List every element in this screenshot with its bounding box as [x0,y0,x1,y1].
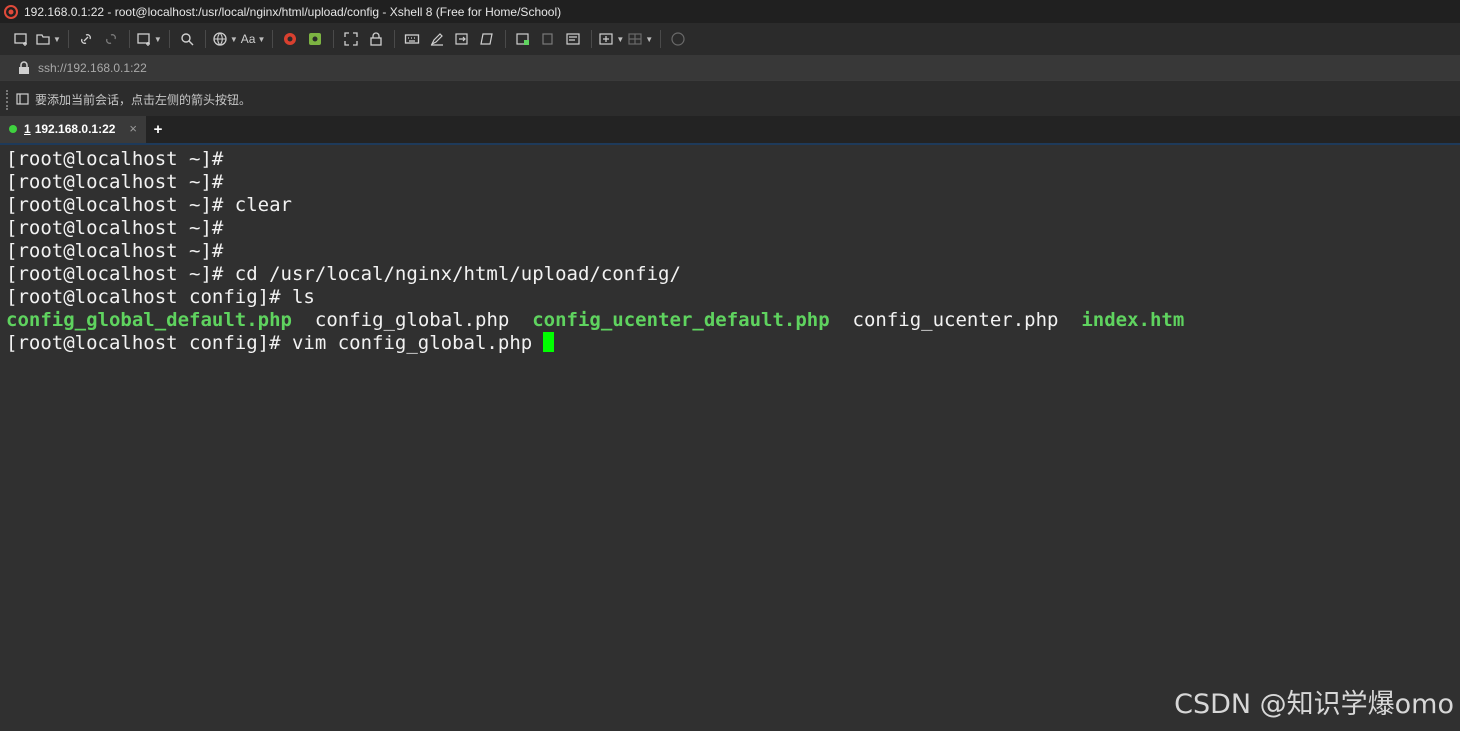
terminal-line: [root@localhost ~]# clear [6,194,292,216]
lock-icon [370,32,383,46]
fullscreen-icon [344,32,359,46]
help-button[interactable] [667,28,689,50]
session-tab[interactable]: 1 192.168.0.1:22 × [0,116,146,143]
terminal-input-line[interactable]: [root@localhost config]# vim config_glob… [6,332,1460,355]
ls-file-entry: config_ucenter.php [852,309,1059,331]
link-icon [80,34,91,44]
terminal[interactable]: [root@localhost ~]# [root@localhost ~]# … [0,145,1460,731]
toolbar-divider [505,30,507,48]
add-session-arrow-icon[interactable] [16,92,30,106]
window-title: 192.168.0.1:22 - root@localhost:/usr/loc… [24,4,562,19]
tab-bar: 1 192.168.0.1:22 × + [0,116,1460,143]
tunnel-icon [516,33,530,45]
tab-label: 192.168.0.1:22 [34,121,116,136]
new-session-button[interactable] [10,28,32,50]
session-hint: 要添加当前会话，点击左侧的箭头按钮。 [35,92,252,107]
terminal-line: [root@localhost ~]# [6,217,224,239]
toolbar-divider [128,30,130,48]
toolbar: ▼ ▼ ▼ Aa ▼ ▼ ▼ [0,23,1460,55]
toolbar-divider [591,30,593,48]
new-tab-icon [137,33,150,46]
new-tab-button[interactable]: ▼ [136,28,162,50]
find-button[interactable] [176,28,198,50]
ls-output-line: config_global_default.php config_global.… [6,309,1460,332]
copy-button[interactable] [537,28,559,50]
tunnel-button[interactable] [512,28,534,50]
chevron-down-icon: ▼ [229,34,238,44]
toolbar-divider [394,30,396,48]
xshell-swirl-icon [284,33,297,45]
chevron-down-icon: ▼ [257,34,266,44]
compose-bar-button[interactable] [562,28,584,50]
terminal-line: [root@localhost config]# ls [6,286,315,308]
compose-button[interactable] [426,28,448,50]
toolbar-divider [168,30,170,48]
connected-status-icon [9,124,17,133]
toolbar-divider [204,30,206,48]
text-cursor [543,332,555,352]
terminal-line: [root@localhost ~]# cd /usr/local/nginx/… [6,263,681,285]
folder-icon [36,34,50,45]
terminal-line: [root@localhost ~]# [6,240,224,262]
globe-icon [213,32,227,46]
font-icon: Aa [240,32,256,46]
add-panel-button[interactable]: ▼ [598,28,624,50]
compose-bar-icon [566,33,580,45]
terminal-line: [root@localhost ~]# [6,148,224,170]
script-button[interactable] [304,28,326,50]
xshell-logo-icon [4,4,18,19]
disconnect-button[interactable] [100,28,122,50]
close-icon[interactable]: × [129,121,137,136]
new-session-icon [14,33,27,46]
layout-button[interactable]: ▼ [627,28,653,50]
toolbar-divider [660,30,662,48]
reconnect-button[interactable] [75,28,97,50]
fullscreen-button[interactable] [340,28,362,50]
chat-icon [671,32,685,46]
chevron-down-icon: ▼ [616,34,625,44]
add-tab-button[interactable]: + [146,116,170,143]
copy-icon [542,33,553,45]
pen-icon [431,33,444,46]
transfer-icon [455,33,468,45]
toolbar-divider [67,30,69,48]
layout-icon [628,33,642,45]
encoding-button[interactable]: ▼ [212,28,238,50]
keyboard-button[interactable] [401,28,423,50]
current-prompt: [root@localhost config]# vim config_glob… [6,332,533,354]
add-panel-icon [599,33,613,45]
terminal-line: [root@localhost ~]# [6,171,224,193]
font-button[interactable]: Aa ▼ [241,28,266,50]
drag-handle[interactable] [6,90,10,110]
chevron-down-icon: ▼ [153,34,162,44]
transfer-button[interactable] [451,28,473,50]
title-bar: 192.168.0.1:22 - root@localhost:/usr/loc… [0,0,1460,23]
toolbar-divider [333,30,335,48]
open-session-button[interactable]: ▼ [35,28,61,50]
chevron-down-icon: ▼ [645,34,654,44]
unlink-icon [105,34,116,44]
search-icon [181,33,194,46]
ls-file-entry: index.htm [1081,309,1185,331]
ls-file-entry: config_global.php [314,309,510,331]
tab-number: 1 [24,121,31,136]
lock-button[interactable] [365,28,387,50]
watermark: CSDN @知识学爆omo [1174,689,1454,720]
xftp-button[interactable] [279,28,301,50]
chevron-down-icon: ▼ [53,34,61,44]
toolbar-divider [272,30,274,48]
session-bar: 要添加当前会话，点击左侧的箭头按钮。 [0,80,1460,117]
lock-icon [19,60,29,74]
ls-file-entry: config_ucenter_default.php [532,309,830,331]
address-text: ssh://192.168.0.1:22 [38,60,147,75]
address-bar[interactable]: ssh://192.168.0.1:22 [0,55,1460,80]
log-icon [480,33,494,45]
ls-file-entry: config_global_default.php [6,309,292,331]
log-button[interactable] [476,28,498,50]
green-box-icon [309,33,322,45]
keyboard-icon [405,34,420,44]
